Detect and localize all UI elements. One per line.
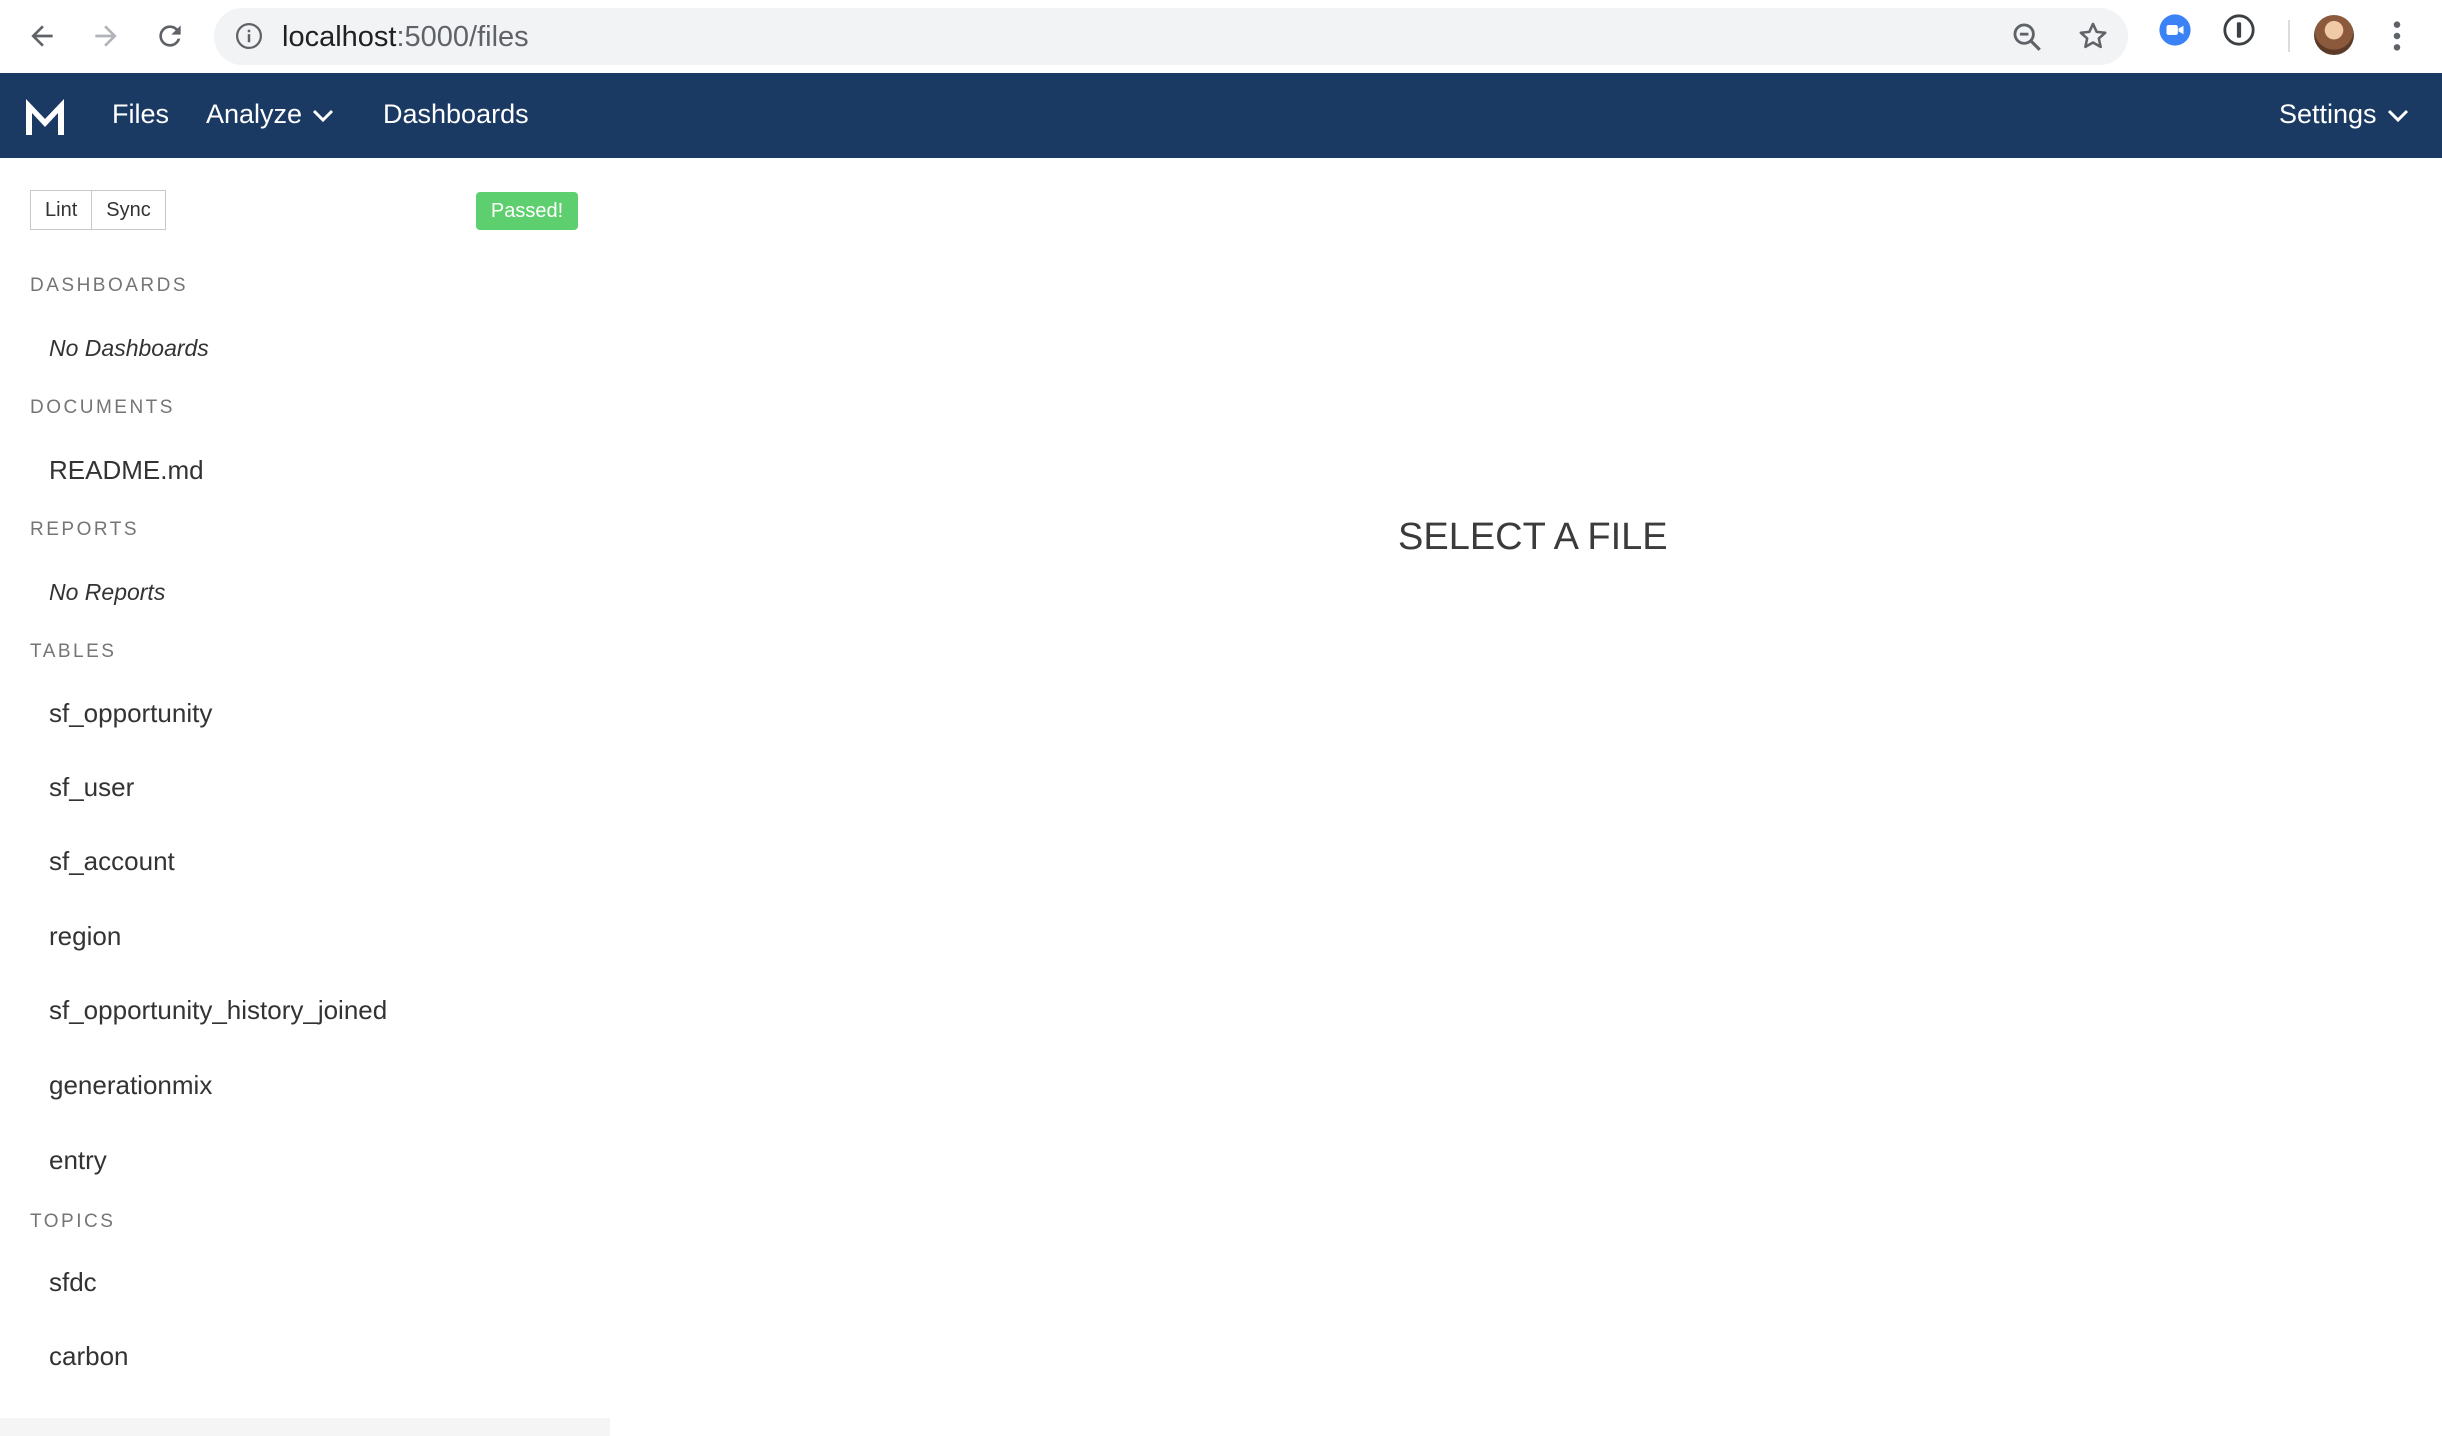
back-button[interactable] [18, 12, 66, 60]
table-item[interactable]: sf_user [49, 772, 134, 803]
dashboards-empty-text: No Dashboards [49, 335, 209, 361]
table-item[interactable]: region [49, 921, 121, 952]
topic-item[interactable]: carbon [49, 1341, 129, 1372]
url-text: localhost:5000/files [282, 21, 529, 54]
forward-button[interactable] [82, 12, 130, 60]
sync-button[interactable]: Sync [92, 190, 166, 230]
select-file-message: SELECT A FILE [1398, 516, 1668, 558]
status-badge: Passed! [476, 192, 578, 230]
section-documents-heading: DOCUMENTS [30, 397, 175, 418]
arrow-right-icon [95, 25, 117, 47]
toolbar-divider [2288, 20, 2290, 52]
info-icon[interactable] [234, 21, 264, 51]
password-manager-icon[interactable] [2222, 13, 2256, 47]
topic-item[interactable]: sfdc [49, 1267, 97, 1298]
section-reports-heading: REPORTS [30, 519, 140, 540]
table-item[interactable]: sf_opportunity [49, 698, 212, 729]
arrow-left-icon [31, 25, 53, 47]
address-bar[interactable]: localhost:5000/files [214, 8, 2128, 65]
nav-settings-label: Settings [2279, 99, 2377, 129]
table-item[interactable]: sf_opportunity_history_joined [49, 995, 387, 1026]
profile-avatar[interactable] [2314, 15, 2354, 55]
nav-settings[interactable]: Settings [2279, 99, 2409, 130]
reports-empty-text: No Reports [49, 579, 166, 605]
zoom-out-icon[interactable] [2010, 20, 2044, 54]
nav-files-label: Files [112, 99, 170, 129]
section-topics-heading: TOPICS [30, 1211, 116, 1232]
sidebar-scroll-strip [0, 1418, 610, 1436]
kebab-menu-icon[interactable] [2380, 16, 2414, 56]
file-item-readme[interactable]: README.md [49, 455, 204, 486]
bookmark-star-icon[interactable] [2076, 19, 2110, 53]
table-item[interactable]: sf_account [49, 846, 175, 877]
nav-analyze-label: Analyze [206, 99, 303, 129]
url-host: localhost [282, 21, 397, 53]
table-item[interactable]: entry [49, 1145, 107, 1176]
file-sidebar: Lint Sync Passed! DASHBOARDS No Dashboar… [0, 158, 610, 1436]
nav-files[interactable]: Files [112, 99, 169, 130]
section-tables-heading: TABLES [30, 641, 117, 662]
url-path: :5000/files [396, 21, 529, 53]
table-item[interactable]: generationmix [49, 1070, 212, 1101]
reload-icon [159, 25, 181, 47]
lint-sync-group: Lint Sync [30, 190, 166, 230]
chevron-down-icon [313, 109, 334, 122]
nav-dashboards[interactable]: Dashboards [383, 99, 529, 130]
app-logo-icon[interactable] [22, 93, 68, 139]
video-extension-icon[interactable] [2158, 13, 2192, 47]
nav-analyze[interactable]: Analyze [206, 99, 334, 130]
section-dashboards-heading: DASHBOARDS [30, 275, 189, 296]
lint-button[interactable]: Lint [30, 190, 93, 230]
reload-button[interactable] [146, 12, 194, 60]
nav-dashboards-label: Dashboards [383, 99, 529, 129]
app-navbar: Files Analyze Dashboards Settings [0, 73, 2442, 158]
chevron-down-icon [2387, 109, 2408, 122]
browser-toolbar: localhost:5000/files [0, 0, 2442, 74]
